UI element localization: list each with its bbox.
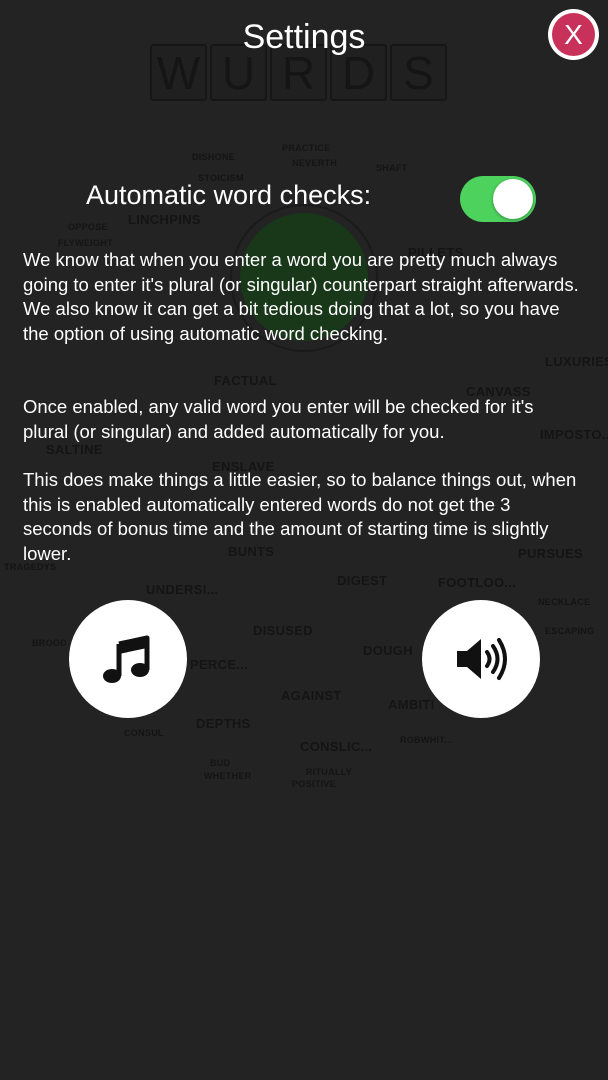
background-word: DOUGH [363,643,413,658]
background-word: LINCHPINS [128,212,201,227]
music-note-icon [103,635,150,683]
background-word: BUD [210,758,231,768]
background-word: PRACTICE [282,143,331,153]
description-paragraph: This does make things a little easier, s… [23,469,577,564]
background-word: ROBWHIT... [400,735,453,745]
background-word: CONSUL [124,728,164,738]
description-paragraph: We know that when you enter a word you a… [23,249,579,344]
background-word: DISUSED [253,623,313,638]
sound-toggle-button[interactable] [422,600,540,718]
speaker-icon [457,638,507,680]
background-word: RITUALLY [306,767,353,777]
background-word: NEVERTH [292,158,338,168]
background-word: BROOD [32,638,67,648]
background-word: CONSLIC... [300,739,373,754]
background-word: WHETHER [204,771,252,781]
background-word: OPPOSE [68,222,108,232]
close-icon: X [552,13,595,56]
background-word: NECKLACE [538,597,591,607]
toggle-knob [493,179,533,219]
background-word: FOOTLOO... [438,575,517,590]
background-word: DEPTHS [196,716,251,731]
background-word: FLYWEIGHT [58,238,113,248]
auto-check-label: Automatic word checks: [86,180,372,210]
music-toggle-button[interactable] [69,600,187,718]
background-word: PERCE... [190,657,249,672]
background-word: LUXURIES [545,354,608,369]
auto-check-setting: Automatic word checks: [86,176,536,222]
background-word: DIGEST [337,573,388,588]
background-word: AMBITI [388,697,435,712]
auto-check-toggle[interactable] [460,176,536,222]
description-paragraph: Once enabled, any valid word you enter w… [23,396,534,442]
page-title: Settings [242,18,366,56]
background-word: POSITIVE [292,779,336,789]
background-word: AGAINST [281,688,342,703]
background-word: FACTUAL [214,373,277,388]
background-word: UNDERSI... [146,582,219,597]
close-button[interactable]: X [548,9,599,60]
background-word: ESCAPING [545,626,595,636]
background-word: SHAFT [376,163,408,173]
background-word: SALTINE [46,442,103,457]
background-word: DISHONE [192,152,236,162]
